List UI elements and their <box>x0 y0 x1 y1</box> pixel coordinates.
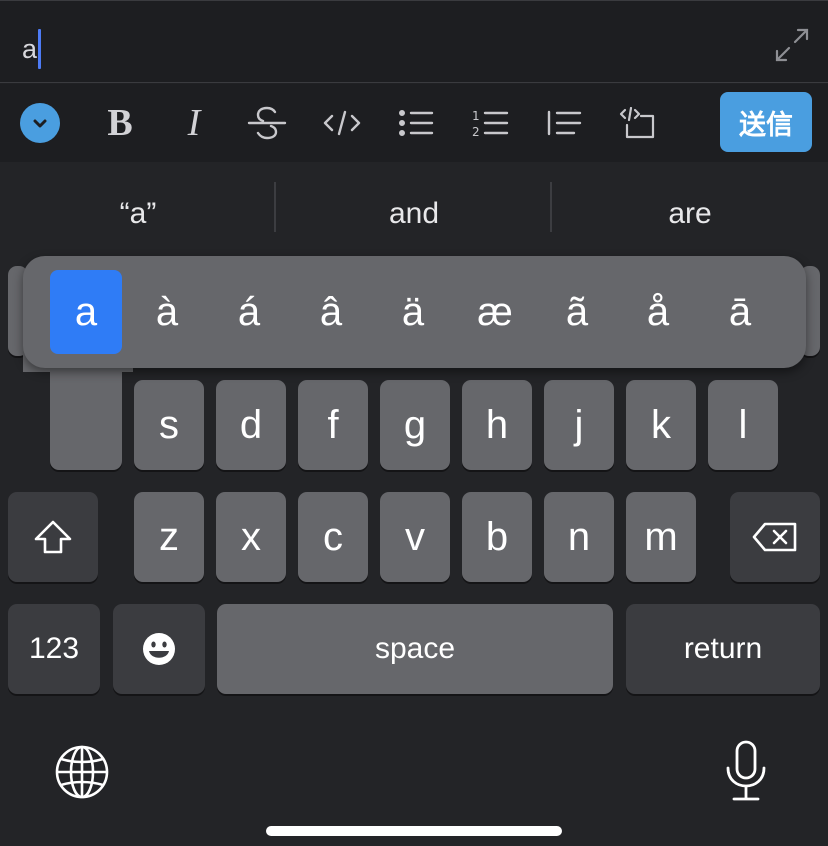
svg-text:1: 1 <box>472 109 480 123</box>
message-input[interactable]: a <box>0 0 828 83</box>
strikethrough-button[interactable] <box>246 84 288 162</box>
globe-icon[interactable] <box>54 744 110 800</box>
key-h[interactable]: h <box>462 380 532 470</box>
key-v[interactable]: v <box>380 492 450 582</box>
shift-key[interactable] <box>8 492 98 582</box>
accent-option-a-umlaut[interactable]: ä <box>377 270 449 354</box>
key-g[interactable]: g <box>380 380 450 470</box>
strikethrough-icon <box>247 106 287 140</box>
delete-key[interactable] <box>730 492 820 582</box>
accent-option-a-macron[interactable]: ā <box>704 270 776 354</box>
bullet-list-icon <box>399 110 434 137</box>
keyboard: “a” and are s d f g h j k l z x c v b n … <box>0 162 828 846</box>
key-d[interactable]: d <box>216 380 286 470</box>
code-block-button[interactable] <box>618 84 658 162</box>
code-block-icon <box>619 107 655 139</box>
accent-option-a-circumflex[interactable]: â <box>295 270 367 354</box>
bullet-list-button[interactable] <box>396 84 436 162</box>
svg-text:2: 2 <box>472 125 480 138</box>
key-x[interactable]: x <box>216 492 286 582</box>
code-icon <box>323 110 361 136</box>
key-l[interactable]: l <box>708 380 778 470</box>
key-z[interactable]: z <box>134 492 204 582</box>
prediction-2[interactable]: and <box>276 192 552 236</box>
italic-button[interactable]: I <box>174 84 214 162</box>
return-key[interactable]: return <box>626 604 820 694</box>
home-indicator <box>266 826 562 836</box>
formatting-toolbar: B I 1 2 送信 <box>0 84 828 162</box>
key-s[interactable]: s <box>134 380 204 470</box>
accent-option-a-acute[interactable]: á <box>213 270 285 354</box>
key-m[interactable]: m <box>626 492 696 582</box>
quote-button[interactable] <box>544 84 584 162</box>
key-j[interactable]: j <box>544 380 614 470</box>
italic-label: I <box>187 102 201 144</box>
inline-code-button[interactable] <box>320 84 364 162</box>
input-value: a <box>22 33 38 64</box>
space-key[interactable]: space <box>217 604 613 694</box>
numbered-list-button[interactable]: 1 2 <box>470 84 510 162</box>
accent-option-ae[interactable]: æ <box>459 270 531 354</box>
quote-icon <box>547 110 582 136</box>
message-input-text: a <box>22 29 42 69</box>
key-k[interactable]: k <box>626 380 696 470</box>
emoji-key[interactable] <box>113 604 205 694</box>
key-n[interactable]: n <box>544 492 614 582</box>
accent-option-a-grave[interactable]: à <box>131 270 203 354</box>
shift-icon <box>34 520 72 554</box>
expand-icon[interactable] <box>774 27 810 63</box>
bold-label: B <box>107 102 133 144</box>
send-button[interactable]: 送信 <box>720 92 812 152</box>
collapse-toolbar-button[interactable] <box>20 84 60 162</box>
emoji-icon <box>143 633 175 665</box>
microphone-icon[interactable] <box>724 740 768 802</box>
key-c[interactable]: c <box>298 492 368 582</box>
delete-icon <box>752 522 797 552</box>
prediction-1[interactable]: “a” <box>0 192 276 236</box>
key-f[interactable]: f <box>298 380 368 470</box>
key-b[interactable]: b <box>462 492 532 582</box>
accent-option-a-tilde[interactable]: ã <box>541 270 613 354</box>
chevron-down-icon <box>20 103 60 143</box>
accent-option-a[interactable]: a <box>50 270 122 354</box>
accent-option-a-ring[interactable]: å <box>622 270 694 354</box>
prediction-3[interactable]: are <box>552 192 828 236</box>
numbers-key[interactable]: 123 <box>8 604 100 694</box>
predictive-text-bar: “a” and are <box>0 162 828 266</box>
bold-button[interactable]: B <box>100 84 140 162</box>
numbered-list-icon: 1 2 <box>472 109 509 138</box>
text-caret <box>38 29 42 69</box>
